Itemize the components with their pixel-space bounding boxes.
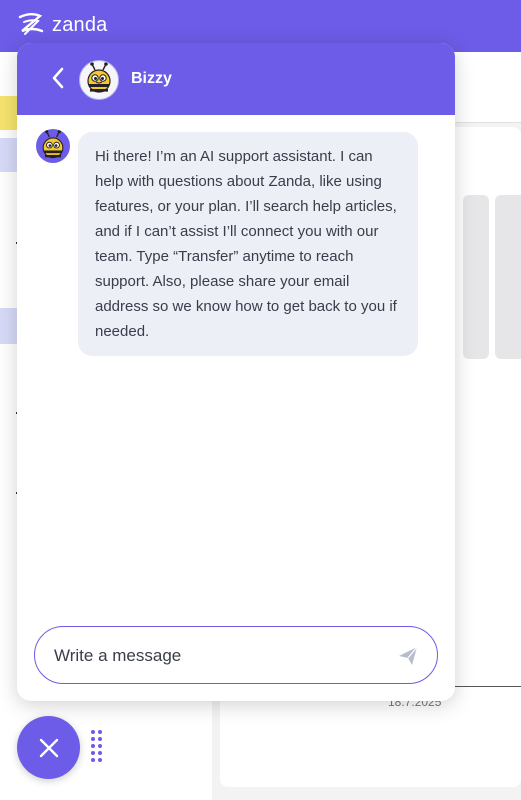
bee-icon bbox=[42, 130, 64, 159]
bot-name: Bizzy bbox=[131, 70, 172, 87]
send-icon bbox=[399, 646, 418, 665]
bot-message-bubble: Hi there! I’m an AI support assistant. I… bbox=[78, 132, 418, 356]
chat-window: Bizzy Hi there! I’m an AI support assist… bbox=[17, 43, 455, 701]
zanda-logo-icon bbox=[18, 13, 44, 35]
card-block bbox=[463, 195, 489, 359]
nav-selected-item[interactable] bbox=[0, 138, 18, 172]
message-avatar bbox=[36, 129, 70, 163]
back-button[interactable] bbox=[43, 63, 73, 93]
nav-highlight-item[interactable] bbox=[0, 96, 18, 130]
back-chevron-icon bbox=[52, 67, 64, 89]
message-input[interactable] bbox=[52, 627, 386, 685]
brand[interactable]: zanda bbox=[16, 12, 108, 38]
close-icon bbox=[39, 738, 58, 757]
brand-name: zanda bbox=[52, 13, 108, 36]
bot-avatar bbox=[79, 60, 119, 100]
chat-header: Bizzy bbox=[17, 43, 455, 115]
send-button[interactable] bbox=[397, 645, 419, 667]
message-composer bbox=[34, 626, 438, 685]
drag-handle-icon[interactable] bbox=[91, 730, 103, 764]
close-chat-button[interactable] bbox=[17, 716, 80, 779]
card-block bbox=[495, 195, 521, 359]
bee-icon bbox=[87, 62, 111, 93]
nav-active-item[interactable] bbox=[0, 308, 18, 344]
